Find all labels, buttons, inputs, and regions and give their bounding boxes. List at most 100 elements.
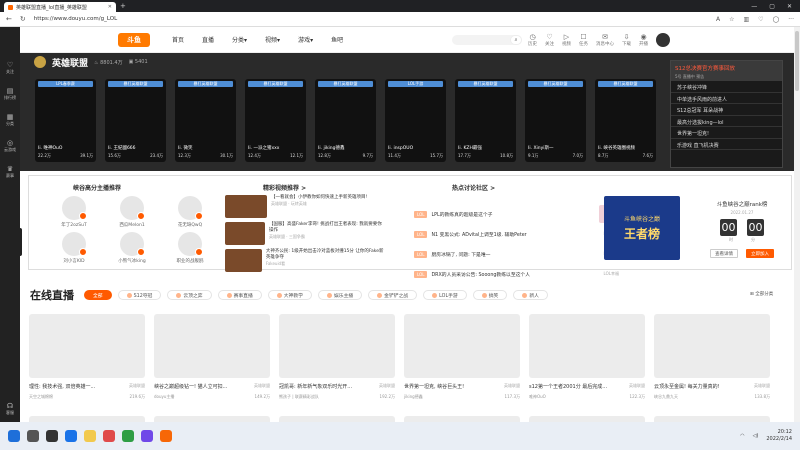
featured-card[interactable]: 暴打英雄联盟 Ii. KZH最强 17.7万 10.8万 (455, 79, 516, 162)
history-button[interactable]: ◷ 历史 (528, 33, 537, 47)
filter-chip[interactable]: 全部 (84, 290, 112, 300)
user-avatar[interactable] (656, 32, 670, 47)
filter-chip[interactable]: 新人 (513, 290, 548, 300)
minimize-icon[interactable]: — (751, 3, 757, 10)
topic-item[interactable]: LOLN1 变黑公式: ADvital上调至1级. 辅助PeterLOL幸福 (414, 224, 619, 244)
nav-item[interactable]: 直播 (202, 35, 214, 44)
back-icon[interactable]: ← (6, 15, 12, 23)
nav-item[interactable]: 游戏▾ (298, 35, 313, 44)
wifi-icon[interactable]: ◠ (740, 433, 744, 439)
nav-item[interactable]: 分类▾ (232, 35, 247, 44)
video-item[interactable]: 【一看就会】小伊教你如何快速上手新英雄项目! 英雄联盟 · 玩转英雄 (225, 195, 385, 220)
search-icon[interactable]: ⌕ (510, 34, 522, 45)
new-tab-icon[interactable]: + (120, 2, 126, 10)
sidebar-item-ranking[interactable]: ▤ 排行榜 (4, 87, 16, 101)
page-scrollbar[interactable] (794, 27, 800, 422)
topics-title[interactable]: 热点讨论社区 > (452, 183, 495, 192)
video-item[interactable]: 大神齐公民: 1级开始出击冷对蓝板对撞15分 让你的Fake新英雄争夺 Fakeu… (225, 249, 385, 274)
collections-icon[interactable]: ♡ (758, 16, 763, 23)
live-card[interactable]: 理性: 我技术强, 双倍英雄一... 英雄联盟 天空之城棉棉 219.6万 (29, 314, 145, 400)
event-item[interactable]: 乐游戏 直飞机决赛 (671, 139, 782, 150)
maximize-icon[interactable]: ▢ (769, 3, 775, 10)
edge-icon[interactable] (65, 430, 77, 442)
filter-chip[interactable]: 大神教学 (267, 290, 312, 300)
download-button[interactable]: ⇩ 下载 (622, 33, 631, 47)
more-icon[interactable]: ··· (788, 16, 794, 23)
live-card[interactable]: s12第一个王者2001分 最后完成... 英雄联盟 唯神OuO 122.3万 (529, 314, 645, 400)
event-item[interactable]: 世界第一坦克! (671, 127, 782, 139)
url-input[interactable]: https://www.douyu.com/g_LOL (34, 14, 244, 24)
event-item[interactable]: 中单选手风雨的前进人 (671, 93, 782, 104)
task-button[interactable]: ☐ 任务 (579, 33, 588, 47)
featured-card[interactable]: 暴打英雄联盟 Ii. jiking德鑫 12.8万 9.7万 (315, 79, 376, 162)
all-categories-link[interactable]: ⊞ 全部分类 (750, 291, 773, 297)
close-tab-icon[interactable]: ✕ (108, 4, 112, 10)
featured-card[interactable]: LPL春季赛 Ii. 唯神OuO 22.2万 39.1万 (35, 79, 96, 162)
streamer-item[interactable]: 职业的战舰鸥 (161, 232, 219, 264)
profile-icon[interactable]: ◯ (773, 16, 780, 23)
live-card[interactable]: 世界第一坦克, 峡谷巨头王! 英雄联盟 jiking德鑫 117.3万 (404, 314, 520, 400)
streamer-item[interactable]: 小熊气冰king (103, 232, 161, 264)
featured-card[interactable]: 暴打英雄联盟 Ii. 微笑 12.3万 30.1万 (175, 79, 236, 162)
streamer-item[interactable]: 刘小言KID (45, 232, 103, 264)
scrollbar-thumb[interactable] (795, 31, 799, 91)
browser-tab[interactable]: 英雄联盟直播_lol直播_英雄联盟 ✕ (4, 2, 116, 12)
nav-item[interactable]: 视频▾ (265, 35, 280, 44)
details-button[interactable]: 查看详情 (710, 249, 738, 258)
sidebar-collapse-handle[interactable] (18, 228, 22, 256)
filter-chip[interactable]: 赛事直播 (217, 290, 262, 300)
sidebar-item-category[interactable]: ▦ 分类 (6, 113, 14, 127)
featured-card[interactable]: 暴打英雄联盟 Ii. 一派之猪xxx 12.4万 12.1万 (245, 79, 306, 162)
rank-banner-image[interactable]: 斗鱼峡谷之巅 王者榜 (604, 196, 680, 260)
event-item[interactable]: 苏子峡谷冲锋 (671, 81, 782, 93)
sidebar-item-service[interactable]: ☊ 客服 (6, 402, 14, 416)
video-item[interactable]: 【国服】高盛Faker李哥! 挑战打出王者表现: 我就要要你操作 英雄联盟 · 三… (225, 222, 385, 247)
event-item[interactable]: S12总冠军 耳朵战神 (671, 104, 782, 116)
app-icon[interactable] (122, 430, 134, 442)
events-title[interactable]: S12总决赛官方赛事回放 (671, 61, 782, 73)
message-button[interactable]: ✉ 消息中心 (596, 33, 614, 47)
streamer-item[interactable]: 西瓜Melon1 (103, 196, 161, 228)
featured-card[interactable]: 暴打英雄联盟 Ii. Xinyi斯一 9.1万 7.0万 (525, 79, 586, 162)
filter-chip[interactable]: 娱乐主播 (317, 290, 363, 300)
join-button[interactable]: 立即加入 (746, 249, 774, 258)
favorite-star-icon[interactable]: ☆ (729, 16, 734, 23)
live-card[interactable]: 峡谷之巅超级钻一! 猫人立可扣... 英雄联盟 douyu主播 149.2万 (154, 314, 270, 400)
video-button[interactable]: ▷ 视频 (562, 33, 571, 47)
clock[interactable]: 20:12 2022/2/14 (766, 429, 792, 443)
douyu-logo[interactable]: 斗鱼 (118, 32, 150, 47)
app-icon[interactable] (103, 430, 115, 442)
search-input[interactable]: ⌕ (452, 34, 522, 45)
nav-item[interactable]: 首页 (172, 35, 184, 44)
topic-item[interactable]: LOL DRX的人员采访公告: Sooong教练以至这个人 LOL幸福 (414, 264, 619, 284)
reader-icon[interactable]: A (716, 16, 720, 23)
streamer-item[interactable]: 年丁2ozSuT (45, 196, 103, 228)
filter-chip[interactable]: LOL手游 (423, 290, 467, 300)
nav-item[interactable]: 鱼吧 (331, 35, 343, 44)
event-item[interactable]: 最高分选拔king—lol (671, 116, 782, 127)
live-button[interactable]: ◉ 开播 (639, 33, 648, 47)
sidebar-item-follow[interactable]: ♡ 关注 (6, 61, 14, 75)
streamer-item[interactable]: 花无缺QwQ (161, 196, 219, 228)
search-taskbar-icon[interactable] (27, 430, 39, 442)
filter-chip[interactable]: 云顶之弈 (167, 290, 212, 300)
start-icon[interactable] (8, 430, 20, 442)
explorer-icon[interactable] (84, 430, 96, 442)
videos-title[interactable]: 精彩视频推荐 > (263, 183, 306, 192)
featured-card[interactable]: LOL手游 Ii. inspOUO 11.4万 15.7万 (385, 79, 446, 162)
topic-item[interactable]: LOL厨房冰锅了, 问题: 下是唯一LOL幸福 (414, 244, 619, 264)
live-card[interactable]: 云顶永至金属! 每关力量真的! 英雄联盟 峡谷九鼎九天 133.8万 (654, 314, 770, 400)
featured-card[interactable]: 暴打英雄联盟 Ii. 峡谷英雄圈视频 8.7万 7.6万 (595, 79, 656, 162)
app-icon[interactable] (160, 430, 172, 442)
sidebar-item-cloud-game[interactable]: ◎ 云游戏 (4, 139, 16, 153)
refresh-icon[interactable]: ↻ (20, 15, 26, 23)
taskview-icon[interactable] (46, 430, 58, 442)
filter-chip[interactable]: S12夺冠 (117, 290, 162, 300)
volume-icon[interactable]: ◁) (753, 433, 759, 439)
sidebar-item-events[interactable]: ♛ 赛事 (6, 165, 14, 179)
follow-button[interactable]: ♡ 关注 (545, 33, 554, 47)
filter-chip[interactable]: 搞笑 (472, 290, 508, 300)
filter-chip[interactable]: 金铲铲之战 (368, 290, 418, 300)
featured-card[interactable]: 暴打英雄联盟 Ii. 王紀國666 15.6万 23.4万 (105, 79, 166, 162)
topic-item[interactable]: LOL LPL的教练真的超级是这个子 (414, 204, 619, 224)
